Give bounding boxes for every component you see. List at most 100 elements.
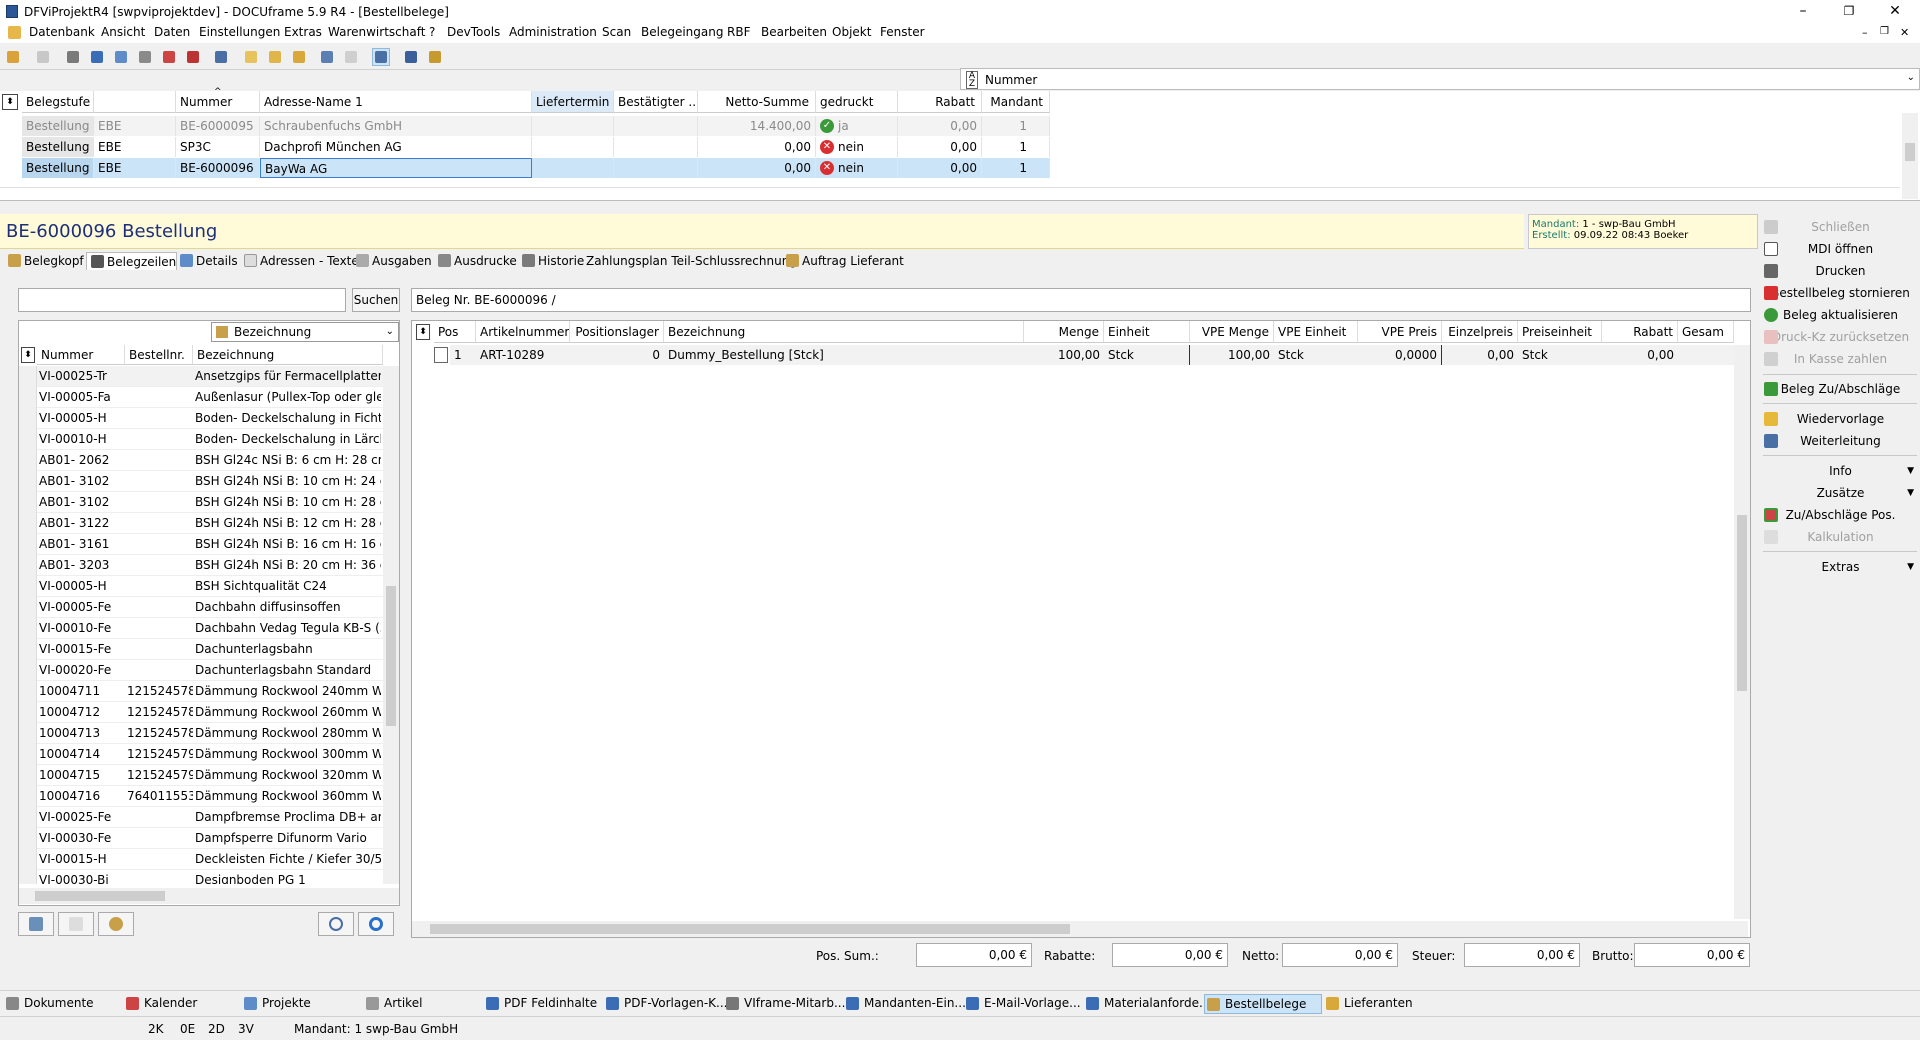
column-chooser-icon[interactable]: ⬍ bbox=[2, 94, 18, 110]
col-menge[interactable]: Menge bbox=[1024, 321, 1104, 343]
add-article-button[interactable] bbox=[18, 912, 54, 936]
scroll-thumb[interactable] bbox=[430, 924, 1070, 934]
search-field-select[interactable]: Bezeichnung ⌄ bbox=[211, 322, 399, 342]
col-adresse[interactable]: Adresse-Name 1 bbox=[260, 91, 532, 113]
task-bestellbelege[interactable]: Bestellbelege bbox=[1204, 994, 1322, 1014]
top-grid-scrollbar[interactable] bbox=[1902, 113, 1918, 199]
row-selector[interactable] bbox=[19, 660, 37, 681]
menu-datenbank[interactable]: Datenbank bbox=[29, 25, 95, 39]
menu-daten[interactable]: Daten bbox=[154, 25, 190, 39]
toolbar-view-button[interactable] bbox=[372, 48, 390, 66]
menu-administration[interactable]: Administration bbox=[509, 25, 597, 39]
scroll-thumb[interactable] bbox=[35, 891, 165, 901]
toolbar-star-button[interactable] bbox=[402, 48, 420, 66]
row-selector[interactable] bbox=[19, 807, 37, 828]
col-vpe-menge[interactable]: VPE Menge bbox=[1190, 321, 1274, 343]
menu-bearbeiten[interactable]: Bearbeiten bbox=[761, 25, 827, 39]
toolbar-calendar2-button[interactable] bbox=[184, 48, 202, 66]
list-item[interactable]: VI-00025-Tr Ansetzgips für Fermacellplatt… bbox=[19, 366, 383, 387]
toolbar-open-button[interactable] bbox=[4, 48, 22, 66]
column-chooser-icon[interactable]: ⬍ bbox=[416, 324, 430, 340]
col-bezeichnung[interactable]: Bezeichnung bbox=[193, 345, 383, 365]
tab-belegzeilen[interactable]: Belegzeilen bbox=[86, 252, 178, 270]
menu-help[interactable]: ? bbox=[429, 25, 435, 39]
col-nummer[interactable]: Nummer bbox=[37, 345, 125, 365]
row-selector[interactable] bbox=[19, 534, 37, 555]
row-selector[interactable] bbox=[19, 492, 37, 513]
kasse-button[interactable]: In Kasse zahlen bbox=[1761, 348, 1920, 370]
scroll-thumb[interactable] bbox=[386, 586, 396, 726]
menu-extras[interactable]: Extras bbox=[284, 25, 322, 39]
undo-icon[interactable] bbox=[358, 912, 394, 936]
menu-einstellungen[interactable]: Einstellungen bbox=[199, 25, 280, 39]
row-selector[interactable] bbox=[19, 576, 37, 597]
row-selector[interactable] bbox=[19, 723, 37, 744]
aktualisieren-button[interactable]: Beleg aktualisieren bbox=[1761, 304, 1920, 326]
list-item[interactable]: 10004716 7640115531Dämmung Rockwool 360mm… bbox=[19, 786, 383, 807]
task-viframe-mitarb[interactable]: VIframe-Mitarb... bbox=[724, 994, 845, 1014]
druck-kz-button[interactable]: Druck-Kz zurücksetzen bbox=[1761, 326, 1920, 348]
task-artikel[interactable]: Artikel bbox=[364, 994, 422, 1014]
list-item[interactable]: AB01- 3102 BSH Gl24h NSi B: 10 cm H: 28 c… bbox=[19, 492, 383, 513]
row-selector[interactable] bbox=[434, 347, 448, 363]
scroll-thumb[interactable] bbox=[1737, 515, 1747, 691]
mdi-minimize-button[interactable]: – bbox=[1862, 26, 1868, 39]
app-menu-icon[interactable] bbox=[8, 26, 21, 39]
toolbar-new-button[interactable] bbox=[242, 48, 260, 66]
search-button[interactable]: Suchen bbox=[352, 288, 400, 312]
row-selector[interactable] bbox=[19, 450, 37, 471]
toolbar-print-button[interactable] bbox=[34, 48, 52, 66]
col-rabatt[interactable]: Rabatt bbox=[898, 91, 982, 113]
row-selector[interactable] bbox=[19, 471, 37, 492]
col-preiseinheit[interactable]: Preiseinheit bbox=[1518, 321, 1602, 343]
table-row[interactable]: Bestellung EBE SP3C Dachprofi München AG… bbox=[22, 137, 1050, 157]
col-bezeichnung[interactable]: Bezeichnung bbox=[664, 321, 1024, 343]
list-item[interactable]: VI-00005-H Boden- Deckelschalung in Ficht… bbox=[19, 408, 383, 429]
list-item[interactable]: AB01- 3161 BSH Gl24h NSi B: 16 cm H: 16 c… bbox=[19, 534, 383, 555]
list-item[interactable]: 10004712 1215245788Dämmung Rockwool 260mm… bbox=[19, 702, 383, 723]
menu-fenster[interactable]: Fenster bbox=[880, 25, 925, 39]
row-selector[interactable] bbox=[19, 639, 37, 660]
row-selector[interactable] bbox=[19, 765, 37, 786]
task-kalender[interactable]: Kalender bbox=[124, 994, 197, 1014]
toolbar-gear-button[interactable] bbox=[426, 48, 444, 66]
list-item[interactable]: VI-00030-Bi Designboden PG 1 bbox=[19, 870, 383, 884]
menu-warenwirtschaft[interactable]: Warenwirtschaft bbox=[328, 25, 425, 39]
list-item[interactable]: AB01- 3203 BSH Gl24h NSi B: 20 cm H: 36 c… bbox=[19, 555, 383, 576]
toolbar-list2-button[interactable] bbox=[112, 48, 130, 66]
task-dokumente[interactable]: Dokumente bbox=[4, 994, 94, 1014]
article-list-hscrollbar[interactable] bbox=[19, 888, 399, 904]
list-item[interactable]: VI-00005-H BSH Sichtqualität C24 bbox=[19, 576, 383, 597]
tab-details[interactable]: Details bbox=[176, 252, 238, 270]
zu-abschlaege-pos-button[interactable]: Zu/Abschläge Pos. bbox=[1761, 504, 1920, 526]
task-lieferanten[interactable]: Lieferanten bbox=[1324, 994, 1413, 1014]
list-item[interactable]: VI-00005-Fe Dachbahn diffusinsoffen bbox=[19, 597, 383, 618]
column-chooser-icon[interactable]: ⬍ bbox=[21, 347, 35, 363]
row-selector[interactable] bbox=[19, 366, 37, 387]
search-icon[interactable] bbox=[318, 912, 354, 936]
list-item[interactable]: AB01- 3122 BSH Gl24h NSi B: 12 cm H: 28 c… bbox=[19, 513, 383, 534]
col-mandant[interactable]: Mandant bbox=[982, 91, 1050, 113]
toolbar-folder2-button[interactable] bbox=[290, 48, 308, 66]
task-materialanforderung[interactable]: Materialanforde... bbox=[1084, 994, 1210, 1014]
minimize-button[interactable]: – bbox=[1780, 0, 1826, 22]
col-liefertermin[interactable]: Liefertermin bbox=[532, 91, 614, 113]
task-email-vorlage[interactable]: E-Mail-Vorlage... bbox=[964, 994, 1081, 1014]
col-bestaetigter[interactable]: Bestätigter ... bbox=[614, 91, 698, 113]
zu-abschlaege-button[interactable]: Beleg Zu/Abschläge bbox=[1761, 378, 1920, 400]
menu-scan[interactable]: Scan bbox=[602, 25, 631, 39]
toolbar-list-button[interactable] bbox=[88, 48, 106, 66]
table-row[interactable]: Bestellung EBE BE-6000095 Schraubenfuchs… bbox=[22, 116, 1050, 136]
row-selector[interactable] bbox=[19, 870, 37, 884]
toolbar-search-button[interactable] bbox=[318, 48, 336, 66]
mdi-restore-button[interactable]: ❐ bbox=[1880, 26, 1889, 37]
article-list-scrollbar[interactable] bbox=[383, 366, 399, 884]
schliessen-button[interactable]: Schließen bbox=[1761, 216, 1920, 238]
col-vpe-einheit[interactable]: VPE Einheit bbox=[1274, 321, 1358, 343]
list-item[interactable]: 10004714 1215245790Dämmung Rockwool 300mm… bbox=[19, 744, 383, 765]
row-selector[interactable] bbox=[19, 618, 37, 639]
row-selector[interactable] bbox=[19, 681, 37, 702]
kalkulation-button[interactable]: Kalkulation bbox=[1761, 526, 1920, 548]
task-mandanten[interactable]: Mandanten-Ein... bbox=[844, 994, 966, 1014]
weiterleitung-button[interactable]: Weiterleitung bbox=[1761, 430, 1920, 452]
